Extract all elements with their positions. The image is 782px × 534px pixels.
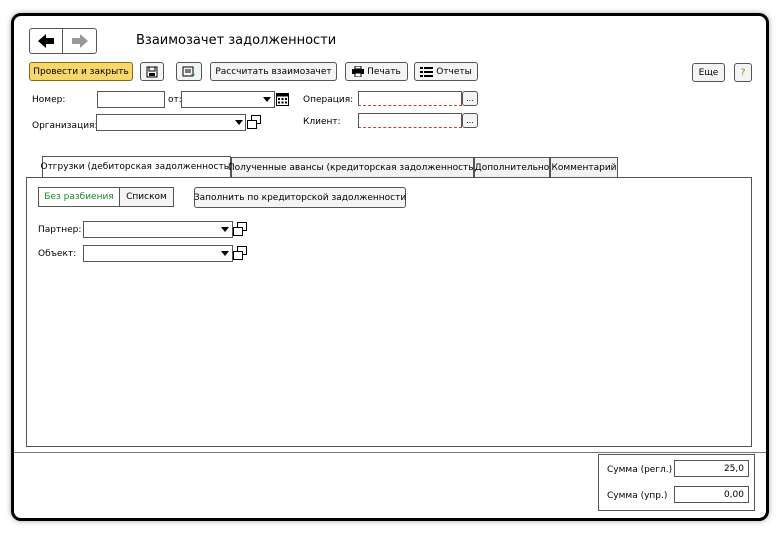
client-select-button[interactable]: ... (462, 113, 478, 128)
page-title: Взаимозачет задолженности (136, 33, 337, 48)
calculate-offset-button[interactable]: Рассчитать взаимозачет (210, 62, 337, 81)
nav-group (29, 28, 97, 54)
calendar-icon (276, 93, 289, 106)
tab-panel: Без разбиения Списком Заполнить по креди… (26, 177, 752, 447)
chevron-down-icon (221, 227, 229, 232)
report-list-icon (420, 66, 434, 77)
sum-mgmt-label: Сумма (упр.) (607, 491, 668, 501)
printer-icon (352, 66, 365, 77)
chevron-down-icon (235, 120, 243, 125)
organization-dropdown-arrow[interactable] (235, 120, 243, 125)
sum-reg-value: 25,0 (674, 460, 749, 477)
operation-input[interactable] (358, 91, 462, 106)
partner-label: Партнер: (38, 225, 82, 235)
tab-shipments[interactable]: Отгрузки (дебиторская задолженность) (40, 156, 233, 177)
save-icon (146, 66, 158, 77)
more-button[interactable]: Еще (692, 63, 725, 82)
tab-advances-received[interactable]: Полученные авансы (кредиторская задолжен… (228, 157, 477, 177)
reports-label: Отчеты (436, 66, 472, 77)
date-label: от: (168, 95, 182, 105)
sum-mgmt-value: 0,00 (674, 486, 749, 503)
chevron-down-icon (221, 251, 229, 256)
save-button[interactable] (140, 62, 164, 81)
organization-label: Организация: (32, 121, 98, 131)
arrow-left-icon (38, 34, 54, 48)
arrow-right-icon (72, 34, 88, 48)
toggle-no-split[interactable]: Без разбиения (38, 187, 120, 207)
client-input[interactable] (358, 113, 462, 128)
forward-button[interactable] (64, 29, 96, 53)
post-button[interactable] (176, 62, 202, 81)
open-form-icon (233, 246, 247, 260)
partner-dropdown-arrow[interactable] (221, 227, 229, 232)
fill-by-credit-button[interactable]: Заполнить по кредиторской задолженности (194, 187, 406, 208)
open-form-icon (247, 115, 261, 129)
partner-open-button[interactable] (233, 222, 247, 239)
operation-label: Операция: (303, 95, 354, 105)
print-label: Печать (367, 66, 401, 77)
date-input[interactable] (181, 91, 275, 108)
organization-open-button[interactable] (247, 115, 261, 132)
organization-input[interactable] (96, 114, 246, 131)
chevron-down-icon (263, 97, 271, 102)
back-button[interactable] (30, 29, 63, 53)
number-label: Номер: (32, 95, 66, 105)
toggle-list[interactable]: Списком (119, 187, 174, 207)
number-input[interactable] (97, 91, 165, 108)
tab-comment[interactable]: Комментарий (550, 157, 618, 177)
date-dropdown-arrow[interactable] (263, 97, 271, 102)
sum-reg-label: Сумма (регл.) (607, 465, 673, 475)
post-and-close-button[interactable]: Провести и закрыть (29, 62, 133, 81)
window-frame: Взаимозачет задолженности Провести и зак… (11, 13, 769, 521)
open-form-icon (233, 222, 247, 236)
help-button[interactable]: ? (734, 63, 752, 82)
operation-select-button[interactable]: ... (462, 91, 478, 106)
object-input[interactable] (83, 245, 233, 262)
object-label: Объект: (38, 249, 77, 259)
post-document-icon (182, 66, 195, 77)
client-label: Клиент: (303, 117, 341, 127)
reports-button[interactable]: Отчеты (414, 62, 478, 81)
footer-divider (14, 452, 766, 453)
totals-panel: Сумма (регл.) 25,0 Сумма (упр.) 0,00 (598, 454, 755, 511)
calendar-button[interactable] (276, 92, 289, 109)
print-button[interactable]: Печать (345, 62, 408, 81)
tab-additional[interactable]: Дополнительно (474, 157, 550, 177)
object-dropdown-arrow[interactable] (221, 251, 229, 256)
object-open-button[interactable] (233, 246, 247, 263)
partner-input[interactable] (83, 221, 233, 238)
